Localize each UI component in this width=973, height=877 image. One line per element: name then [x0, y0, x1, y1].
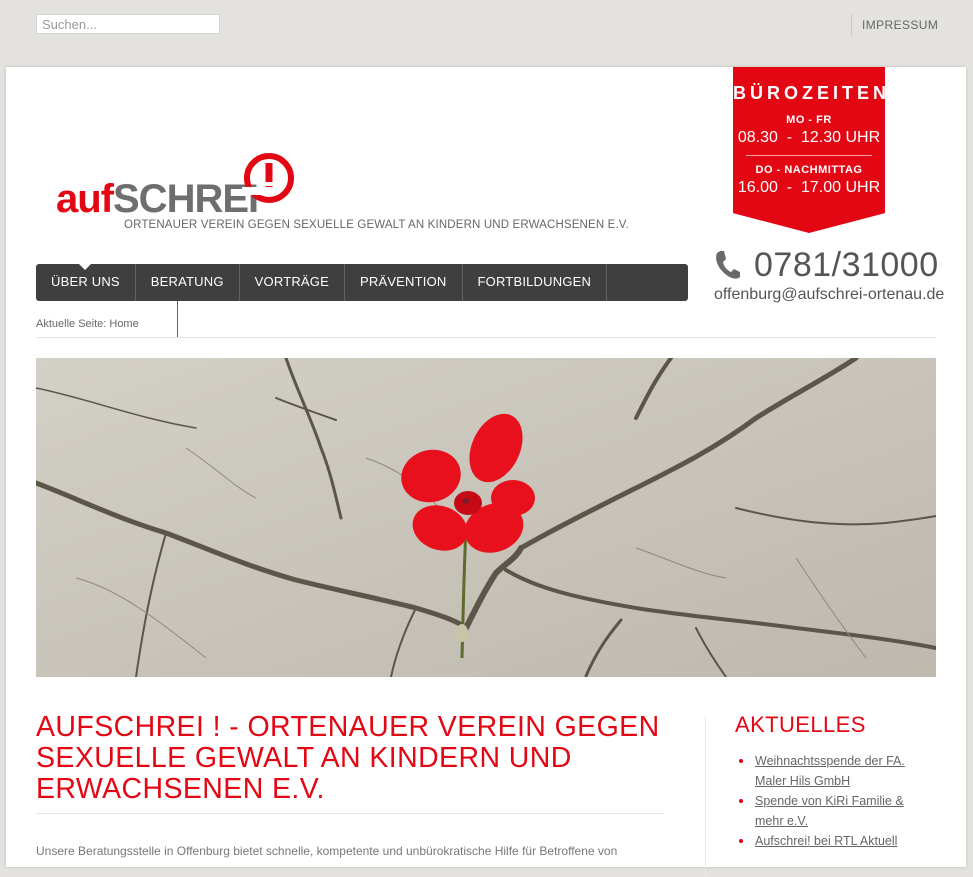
- email-address[interactable]: offenburg@aufschrei-ortenau.de: [714, 286, 944, 304]
- list-item: Aufschrei! bei RTL Aktuell: [735, 831, 925, 851]
- nav-item-beratung[interactable]: BERATUNG: [136, 264, 240, 301]
- office-hours-badge: BÜROZEITEN MO - FR 08.30 - 12.30 UHR DO …: [733, 67, 885, 233]
- nav-item-vortraege[interactable]: VORTRÄGE: [240, 264, 345, 301]
- column-divider: [705, 717, 706, 877]
- page-card: aufSCHREI ORTENAUER VEREIN GEGEN SEXUELL…: [6, 67, 966, 877]
- list-item: Weihnachtsspende der FA. Maler Hils GmbH: [735, 751, 925, 791]
- nav-item-fortbildungen[interactable]: FORTBILDUNGEN: [463, 264, 608, 301]
- office-hours-title: BÜROZEITEN: [733, 83, 890, 103]
- title-divider: [36, 813, 664, 814]
- logo-wordmark: aufSCHREI: [56, 177, 259, 221]
- nav-item-ueber-uns[interactable]: ÜBER UNS: [36, 264, 136, 301]
- intro-text: Unsere Beratungsstelle in Offenburg biet…: [36, 844, 618, 858]
- impressum-link[interactable]: IMPRESSUM: [862, 18, 938, 32]
- page-title: AUFSCHREI ! - ORTENAUER VEREIN GEGEN SEX…: [36, 711, 660, 805]
- logo-tagline: ORTENAUER VEREIN GEGEN SEXUELLE GEWALT A…: [124, 219, 629, 231]
- news-link[interactable]: Weihnachtsspende der FA. Maler Hils GmbH: [755, 754, 905, 788]
- news-title: AKTUELLES: [735, 712, 866, 737]
- news-link[interactable]: Aufschrei! bei RTL Aktuell: [755, 834, 897, 848]
- office-hours-thursday: 16.00 - 17.00 UHR: [737, 179, 881, 196]
- news-link[interactable]: Spende von KiRi Familie & mehr e.V.: [755, 794, 904, 828]
- news-list: Weihnachtsspende der FA. Maler Hils GmbH…: [735, 751, 925, 851]
- list-item: Spende von KiRi Familie & mehr e.V.: [735, 791, 925, 831]
- phone-icon: [716, 251, 740, 279]
- office-hours-weekdays: 08.30 - 12.30 UHR: [737, 129, 881, 146]
- top-bar-divider: [851, 14, 852, 36]
- breadcrumb-divider: [36, 337, 936, 338]
- office-days-thursday: DO - NACHMITTAG: [755, 164, 863, 176]
- breadcrumb: Aktuelle Seite: Home: [36, 318, 139, 330]
- top-bar: IMPRESSUM: [0, 0, 973, 67]
- office-days-weekdays: MO - FR: [786, 114, 832, 126]
- hero-flower-image: [36, 358, 936, 677]
- nav-item-praevention[interactable]: PRÄVENTION: [345, 264, 463, 301]
- exclamation-circle-icon: [242, 153, 294, 203]
- office-hours-divider: [746, 155, 872, 156]
- site-logo[interactable]: aufSCHREI ORTENAUER VEREIN GEGEN SEXUELL…: [56, 151, 629, 233]
- main-nav: ÜBER UNS BERATUNG VORTRÄGE PRÄVENTION FO…: [36, 264, 688, 338]
- phone-number[interactable]: 0781/31000: [754, 246, 939, 285]
- search-input[interactable]: [36, 14, 220, 34]
